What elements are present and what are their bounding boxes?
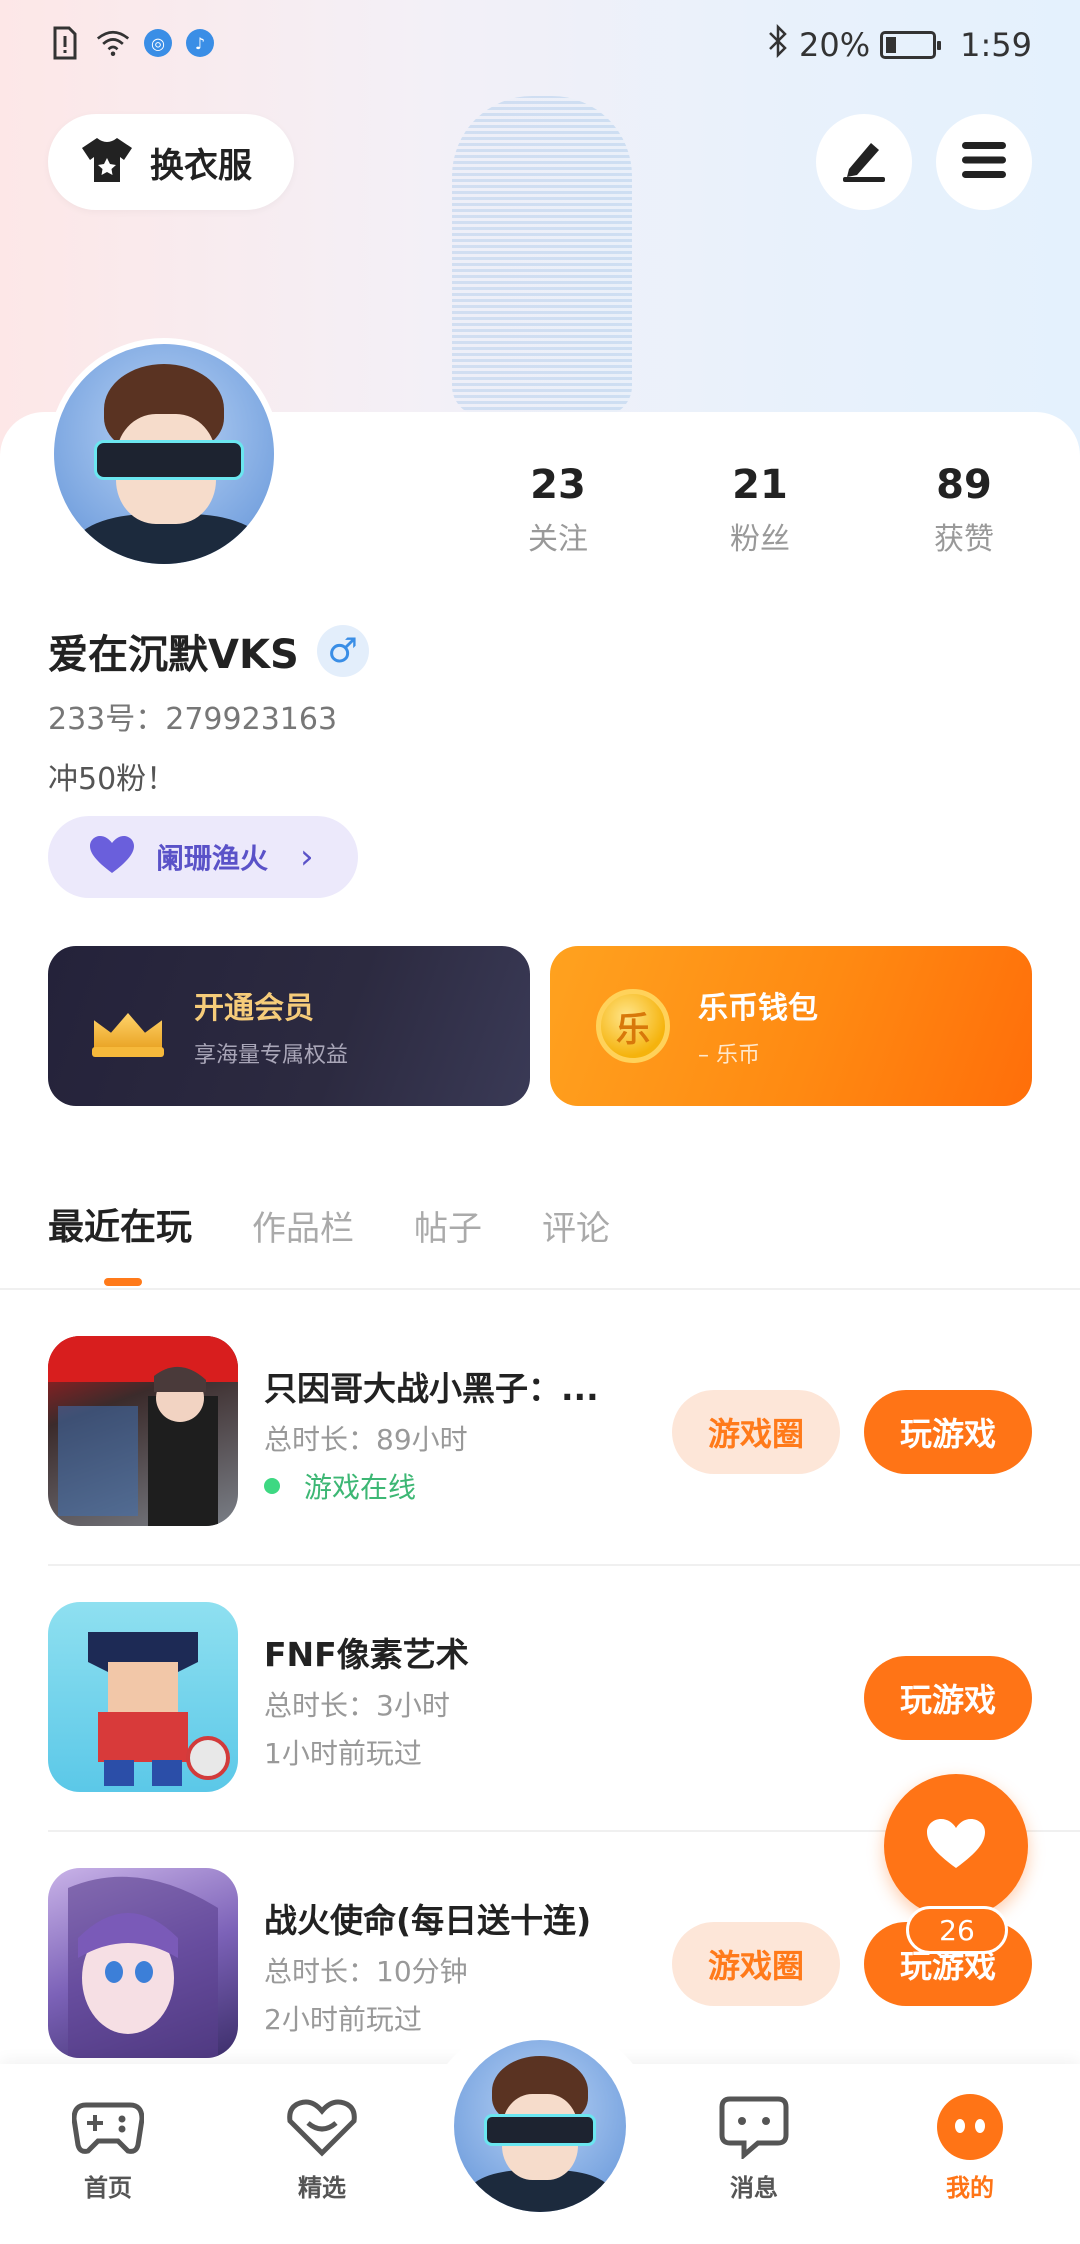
game-last-played: 1小时前玩过	[264, 1737, 422, 1770]
username: 爱在沉默VKS	[48, 632, 299, 678]
battery-icon	[880, 31, 942, 59]
nav-messages-label: 消息	[730, 2174, 778, 2202]
heart-diamond-icon	[286, 2094, 358, 2160]
menu-button[interactable]	[936, 114, 1032, 210]
wifi-icon	[96, 26, 130, 60]
game-last-played: 2小时前玩过	[264, 2003, 422, 2036]
sim-alert-icon	[48, 26, 82, 60]
nav-featured-label: 精选	[298, 2174, 346, 2202]
game-duration: 总时长：89小时	[264, 1423, 468, 1456]
vip-title: 开通会员	[194, 991, 314, 1026]
nav-home-label: 首页	[84, 2174, 132, 2202]
change-outfit-label: 换衣服	[150, 145, 252, 186]
heart-icon	[924, 1816, 988, 1876]
chat-bubble-icon	[718, 2094, 790, 2160]
likes-count: 89	[936, 462, 992, 508]
game-circle-button[interactable]: 游戏圈	[672, 1922, 840, 2006]
list-item[interactable]: 只因哥大战小黑子：... 总时长：89小时 游戏在线 游戏圈 玩游戏	[48, 1336, 1032, 1536]
tab-comments[interactable]: 评论	[542, 1201, 610, 1250]
change-outfit-button[interactable]: 换衣服	[48, 114, 294, 210]
game-circle-button[interactable]: 游戏圈	[672, 1390, 840, 1474]
vip-subtitle: 享海量专属权益	[194, 1043, 349, 1068]
play-game-button[interactable]: 玩游戏	[864, 1390, 1032, 1474]
game-title: FNF像素艺术	[264, 1635, 469, 1674]
status-bar: ◎ ♪ 20% 1:59	[0, 0, 1080, 96]
nav-me-label: 我的	[946, 2174, 994, 2202]
tab-recently-played[interactable]: 最近在玩	[48, 1198, 192, 1250]
guild-chip[interactable]: 阑珊渔火 ›	[48, 816, 358, 898]
nav-avatar-button[interactable]	[454, 2040, 626, 2212]
wallet-card[interactable]: 乐 乐币钱包 – 乐币	[550, 946, 1032, 1106]
list-item[interactable]: FNF像素艺术 总时长：3小时 1小时前玩过 玩游戏	[48, 1602, 1032, 1802]
stat-following[interactable]: 23 关注	[478, 462, 638, 558]
tab-works[interactable]: 作品栏	[252, 1201, 354, 1250]
game-title: 只因哥大战小黑子：...	[264, 1369, 599, 1408]
crown-icon	[88, 991, 168, 1061]
like-count-badge: 26	[906, 1906, 1008, 1954]
play-game-button[interactable]: 玩游戏	[864, 1656, 1032, 1740]
wallet-title: 乐币钱包	[698, 991, 818, 1026]
tab-posts[interactable]: 帖子	[414, 1201, 482, 1250]
game-duration: 总时长：10分钟	[264, 1955, 468, 1988]
nav-messages[interactable]: 消息	[684, 2094, 824, 2203]
followers-label: 粉丝	[730, 522, 790, 557]
game-icon	[48, 1336, 238, 1526]
username-row: 爱在沉默VKS ♂	[48, 622, 369, 680]
tabs-divider	[0, 1288, 1080, 1290]
avatar-3d-figure	[452, 96, 632, 416]
guild-name: 阑珊渔火	[156, 842, 269, 875]
nav-home[interactable]: 首页	[38, 2094, 178, 2203]
profile-tabs: 最近在玩 作品栏 帖子 评论	[48, 1198, 610, 1250]
male-gender-icon: ♂	[316, 625, 369, 677]
edit-profile-button[interactable]	[816, 114, 912, 210]
browser-app-icon: ◎	[144, 29, 172, 57]
likes-label: 获赞	[934, 522, 994, 557]
heart-icon	[88, 835, 136, 879]
stat-likes[interactable]: 89 获赞	[884, 462, 1044, 558]
followers-count: 21	[732, 462, 788, 508]
profile-face-icon	[934, 2094, 1006, 2160]
following-label: 关注	[528, 522, 588, 557]
bluetooth-icon	[767, 23, 789, 66]
stat-followers[interactable]: 21 粉丝	[680, 462, 840, 558]
game-icon	[48, 1602, 238, 1792]
game-status: 游戏在线	[304, 1471, 417, 1504]
row-divider	[48, 1564, 1080, 1566]
pen-icon	[839, 137, 889, 187]
hamburger-menu-icon	[960, 140, 1008, 184]
gamepad-icon	[72, 2094, 144, 2160]
wallet-balance: – 乐币	[698, 1043, 760, 1068]
nav-featured[interactable]: 精选	[252, 2094, 392, 2203]
coin-icon: 乐	[596, 989, 670, 1063]
clock-time: 1:59	[960, 26, 1032, 64]
vip-membership-card[interactable]: 开通会员 享海量专属权益	[48, 946, 530, 1106]
tshirt-icon	[80, 136, 134, 188]
game-title: 战火使命(每日送十连)	[264, 1901, 592, 1940]
profile-avatar[interactable]	[48, 338, 280, 570]
music-app-icon: ♪	[186, 29, 214, 57]
chevron-right-icon: ›	[300, 837, 314, 877]
following-count: 23	[530, 462, 586, 508]
active-tab-indicator	[104, 1278, 142, 1286]
user-id[interactable]: 233号：279923163	[48, 694, 337, 738]
nav-me[interactable]: 我的	[900, 2094, 1040, 2203]
floating-like-button[interactable]	[884, 1774, 1028, 1918]
game-duration: 总时长：3小时	[264, 1689, 450, 1722]
user-bio: 冲50粉！	[48, 762, 177, 797]
battery-percent: 20%	[799, 26, 871, 64]
game-icon	[48, 1868, 238, 2058]
